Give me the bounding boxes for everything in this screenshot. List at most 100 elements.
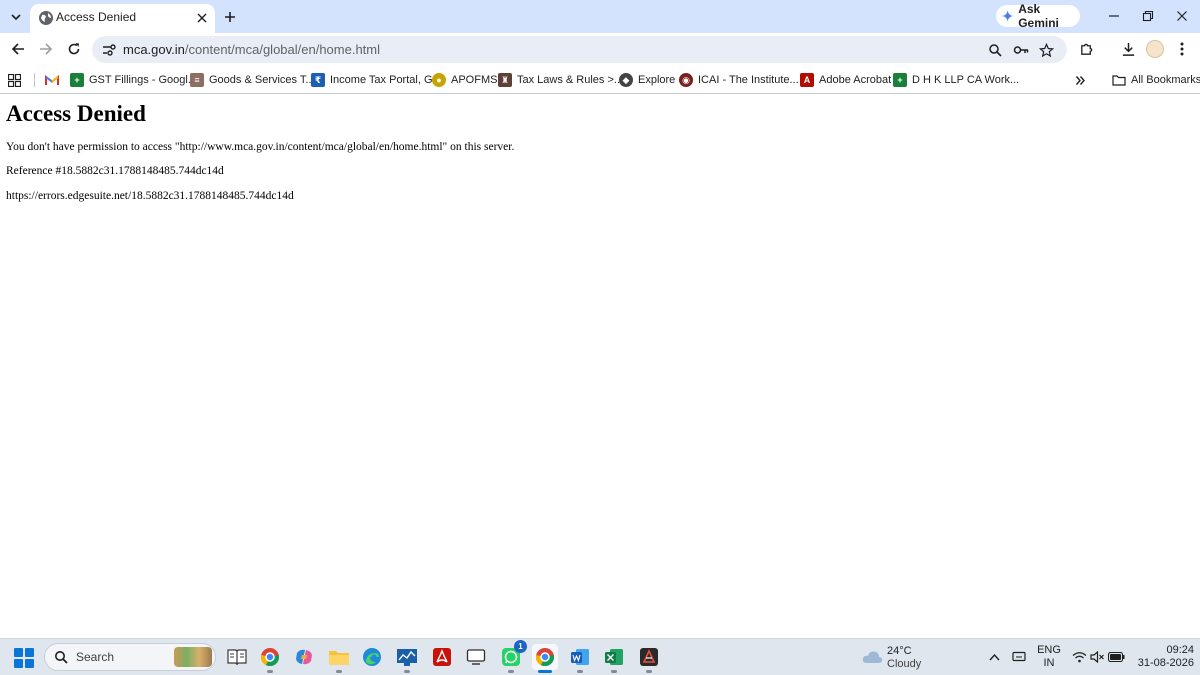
taskbar-app-file-explorer[interactable]: [326, 644, 352, 673]
double-chevron-right-icon: [1075, 75, 1085, 85]
explore-icon: ◆: [619, 73, 633, 87]
taskbar-app-display[interactable]: [463, 644, 489, 670]
google-sheets-icon: +: [893, 73, 907, 87]
taskbar-app-tally[interactable]: [394, 644, 420, 673]
error-url: https://errors.edgesuite.net/18.5882c31.…: [6, 190, 294, 202]
new-tab-button[interactable]: [219, 6, 241, 28]
running-indicator: [267, 670, 273, 673]
running-indicator: [577, 670, 583, 673]
reload-button[interactable]: [62, 37, 86, 61]
all-bookmarks-button[interactable]: All Bookmarks: [1112, 70, 1200, 90]
arrow-left-icon: [11, 43, 24, 55]
close-window-button[interactable]: [1169, 4, 1195, 28]
extensions-button[interactable]: [1074, 37, 1098, 61]
running-indicator: [336, 670, 342, 673]
taskbar-app-chrome[interactable]: [257, 644, 283, 673]
all-bookmarks-label: All Bookmarks: [1131, 74, 1200, 86]
volume-button[interactable]: [1088, 648, 1106, 666]
gmail-icon: [45, 74, 59, 85]
bookmark-gmail[interactable]: [45, 70, 59, 90]
chrome-icon: [260, 648, 280, 667]
windows-logo-tile: [14, 648, 23, 657]
taskbar-app-whatsapp[interactable]: 1: [498, 640, 527, 673]
download-icon: [1122, 42, 1134, 56]
gemini-sparkle-icon: [1002, 10, 1014, 22]
weather-temperature: 24°C: [887, 645, 912, 657]
wifi-button[interactable]: [1070, 648, 1088, 666]
bookmark-star-button[interactable]: [1036, 40, 1056, 60]
bookmark-goods-services-tax[interactable]: ≡ Goods & Services T...: [190, 70, 315, 90]
taskbar-app-excel[interactable]: [601, 644, 627, 673]
search-placeholder: Search: [76, 650, 115, 664]
more-vertical-icon: [1180, 42, 1184, 56]
page-content: Access Denied You don't have permission …: [0, 95, 1200, 638]
edge-icon: [363, 648, 381, 666]
book-icon: [227, 649, 247, 666]
bookmark-tax-laws-rules[interactable]: ♜ Tax Laws & Rules >...: [498, 70, 623, 90]
bookmark-label: Explore: [638, 74, 676, 86]
close-icon: [1177, 11, 1187, 21]
taskbar-app-reading[interactable]: [224, 644, 250, 670]
tray-app-button[interactable]: [1010, 648, 1028, 666]
windows-logo-tile: [14, 659, 23, 668]
tab-access-denied[interactable]: Access Denied: [30, 4, 215, 33]
battery-button[interactable]: [1107, 648, 1125, 666]
restore-button[interactable]: [1135, 4, 1161, 28]
zoom-button[interactable]: [985, 40, 1005, 60]
taskbar-app-pdf-tool[interactable]: [636, 644, 662, 673]
tab-close-button[interactable]: [193, 9, 211, 27]
minimize-button[interactable]: [1101, 4, 1127, 28]
gst-emblem-icon: ≡: [190, 73, 204, 87]
password-manager-button[interactable]: [1011, 40, 1031, 60]
bookmark-income-tax-portal[interactable]: ₹ Income Tax Portal, G...: [311, 70, 442, 90]
address-bar[interactable]: mca.gov.in/content/mca/global/en/home.ht…: [92, 36, 1067, 63]
bookmark-label: Income Tax Portal, G...: [330, 74, 442, 86]
taskbar-search-box[interactable]: Search: [44, 643, 216, 671]
reference-id: Reference #18.5882c31.1788148485.744dc14…: [6, 165, 224, 177]
income-tax-icon: ₹: [311, 73, 325, 87]
system-clock[interactable]: 09:24 31-08-2026: [1132, 644, 1194, 670]
ask-gemini-button[interactable]: Ask Gemini: [996, 2, 1080, 30]
page-title: Access Denied: [6, 101, 146, 126]
battery-icon: [1107, 652, 1124, 662]
downloads-button[interactable]: [1116, 37, 1140, 61]
bookmark-adobe-acrobat[interactable]: A Adobe Acrobat: [800, 70, 891, 90]
chevron-down-icon: [11, 14, 21, 21]
key-icon: [1013, 46, 1029, 54]
bookmark-apofms[interactable]: ● APOFMS: [432, 70, 497, 90]
google-sheets-icon: +: [70, 73, 84, 87]
running-indicator: [404, 670, 410, 673]
apps-button[interactable]: [8, 70, 21, 90]
bookmark-dhk-llp[interactable]: + D H K LLP CA Work...: [893, 70, 1019, 90]
search-icon: [55, 651, 68, 664]
clock-date: 31-08-2026: [1137, 657, 1194, 669]
show-hidden-icons-button[interactable]: [985, 648, 1003, 666]
notification-badge: 1: [514, 640, 527, 653]
start-button[interactable]: [14, 648, 34, 668]
error-message: You don't have permission to access "htt…: [6, 141, 515, 153]
chrome-menu-button[interactable]: [1170, 37, 1194, 61]
back-button[interactable]: [6, 37, 30, 61]
site-info-button[interactable]: [100, 41, 118, 59]
bookmark-icai[interactable]: ◉ ICAI - The Institute...: [679, 70, 799, 90]
apps-grid-icon: [8, 73, 21, 87]
wifi-icon: [1072, 652, 1086, 663]
tab-search-button[interactable]: [4, 5, 28, 29]
taskbar-app-word[interactable]: [567, 644, 593, 673]
bookmark-label: ICAI - The Institute...: [698, 74, 799, 86]
url-path: /content/mca/global/en/home.html: [184, 42, 381, 57]
forward-button[interactable]: [34, 37, 58, 61]
star-icon: [1038, 42, 1054, 57]
profile-button[interactable]: [1143, 37, 1167, 61]
bookmark-gst-fillings[interactable]: + GST Fillings - Googl...: [70, 70, 197, 90]
taskbar-app-edge[interactable]: [359, 644, 385, 670]
folder-icon: [329, 651, 349, 665]
taskbar-app-acrobat[interactable]: [429, 644, 455, 670]
url-host: mca.gov.in: [123, 42, 185, 57]
taskbar-app-chrome-active[interactable]: [532, 644, 558, 673]
display-icon: [1012, 651, 1026, 662]
bookmarks-overflow-button[interactable]: [1075, 70, 1086, 90]
taskbar-app-copilot[interactable]: [291, 644, 317, 670]
input-language-indicator[interactable]: ENG IN: [1036, 644, 1062, 670]
bookmark-explore[interactable]: ◆ Explore: [619, 70, 675, 90]
